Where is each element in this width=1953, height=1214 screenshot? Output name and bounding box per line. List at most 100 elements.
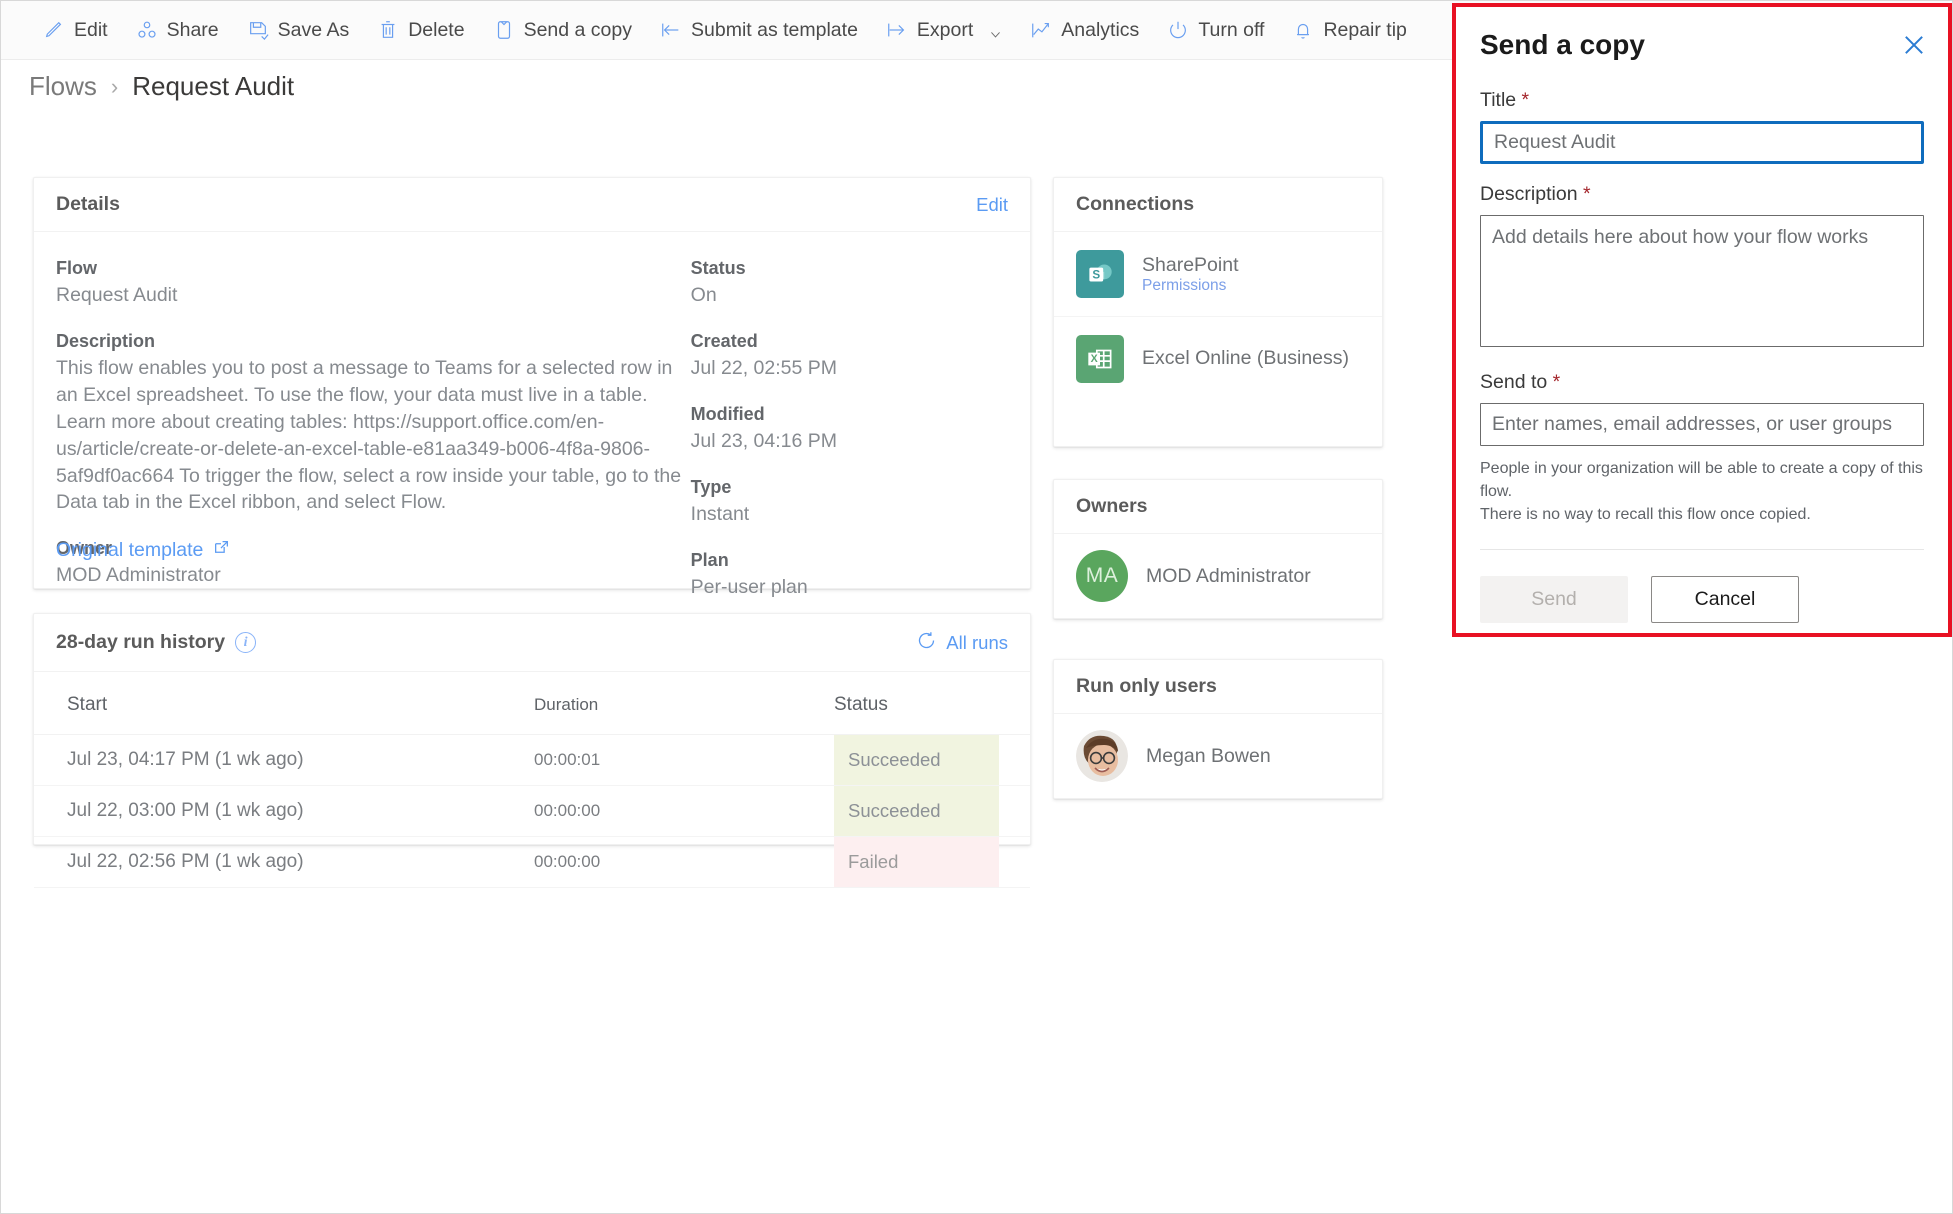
cancel-button[interactable]: Cancel [1651,575,1799,623]
command-submit-as-template-label: Submit as template [691,18,858,41]
original-template-link[interactable]: Original template [56,539,230,562]
command-delete-label: Delete [408,18,465,41]
dialog-note-line-2: There is no way to recall this flow once… [1480,506,1811,524]
breadcrumb-flows-link[interactable]: Flows [29,71,97,102]
command-export[interactable]: Export [872,8,1016,52]
run-only-users-title: Run only users [1076,675,1217,697]
sharepoint-icon: S [1076,250,1124,298]
field-flow-value: Request Audit [56,284,178,306]
connections-title: Connections [1076,193,1195,215]
dialog-divider [1480,548,1924,550]
cell-start: Jul 22, 03:00 PM (1 wk ago) [34,785,534,837]
pencil-icon [43,19,65,41]
info-icon[interactable]: i [235,632,257,653]
cell-spacer [999,836,1030,888]
command-send-a-copy[interactable]: Send a copy [479,8,646,52]
details-title: Details [56,193,120,215]
status-badge: Failed [834,837,999,887]
owners-title: Owners [1076,495,1148,517]
send-to-input[interactable] [1480,403,1924,446]
details-left-column: Flow Request Audit Description This flow… [56,258,691,623]
field-description-value: This flow enables you to post a message … [56,356,682,514]
connection-excel-name: Excel Online (Business) [1142,347,1349,369]
cell-status: Succeeded [834,734,999,786]
chevron-down-icon [989,24,1002,38]
dialog-note-line-1: People in your organization will be able… [1480,460,1923,501]
command-turn-off[interactable]: Turn off [1153,8,1278,52]
field-description: Description This flow enables you to pos… [56,331,691,516]
field-description-label: Description [56,330,156,351]
close-icon[interactable] [1900,31,1928,59]
field-created-label: Created [690,330,758,351]
breadcrumb: Flows › Request Audit [29,71,294,102]
run-only-users-header: Run only users [1054,660,1382,714]
connections-header: Connections [1054,178,1382,232]
send-button[interactable]: Send [1480,575,1628,623]
command-share-label: Share [166,18,219,41]
connection-sharepoint-permissions-link[interactable]: Permissions [1142,277,1226,294]
command-share[interactable]: Share [122,8,233,52]
details-card: Details Edit Flow Request Audit Descript… [33,177,1031,598]
app-window: Edit Share Save As Delete Send a copy Su… [0,0,1953,1214]
field-created: Created Jul 22, 02:55 PM [691,331,1008,382]
owner-item[interactable]: MA MOD Administrator [1054,534,1382,618]
send-a-copy-icon [493,19,515,41]
field-status-value: On [690,284,717,306]
column-header-status: Status [834,672,999,735]
svg-text:S: S [1092,268,1100,281]
command-repair-tip[interactable]: Repair tip [1278,8,1420,52]
field-status-label: Status [690,258,746,278]
connection-item-sharepoint[interactable]: S SharePoint Permissions [1054,232,1382,316]
bell-icon [1292,19,1314,41]
command-repair-tip-label: Repair tip [1323,18,1407,41]
avatar: MA [1076,550,1128,602]
run-history-card: 28-day run history i All runs Start Dura… [33,613,1031,888]
command-save-as[interactable]: Save As [233,8,364,52]
run-only-user-name: Megan Bowen [1146,744,1271,767]
field-type-value: Instant [690,502,750,525]
run-only-user-item[interactable]: Megan Bowen [1054,714,1382,798]
trash-icon [377,19,399,41]
page-title: Request Audit [132,71,295,101]
command-analytics[interactable]: Analytics [1016,8,1153,52]
cell-duration: 00:00:00 [534,785,834,837]
field-type: Type Instant [691,477,1008,528]
table-row[interactable]: Jul 23, 04:17 PM (1 wk ago) 00:00:01 Suc… [34,734,1030,786]
field-owner-value: MOD Administrator [56,564,221,587]
title-field-label-text: Title [1480,89,1517,111]
details-edit-link[interactable]: Edit [976,194,1008,216]
power-icon [1167,19,1189,41]
status-badge: Succeeded [834,735,999,785]
command-analytics-label: Analytics [1061,18,1140,41]
table-row[interactable]: Jul 22, 02:56 PM (1 wk ago) 00:00:00 Fai… [34,836,1030,888]
breadcrumb-separator-icon: › [110,73,119,99]
command-delete[interactable]: Delete [363,8,478,52]
description-field-label-text: Description [1480,183,1578,205]
command-export-label: Export [916,18,974,41]
cell-spacer [999,785,1030,837]
cell-spacer [999,734,1030,786]
details-body: Flow Request Audit Description This flow… [34,232,1030,623]
field-flow-label: Flow [56,258,97,278]
cell-duration: 00:00:01 [534,734,834,786]
cell-start: Jul 23, 04:17 PM (1 wk ago) [34,734,534,786]
send-to-required-asterisk: * [1552,371,1561,393]
command-submit-as-template[interactable]: Submit as template [646,8,872,52]
description-input[interactable] [1480,215,1924,347]
title-input[interactable] [1480,121,1924,164]
send-to-field-label: Send to * [1480,371,1924,394]
owner-name: MOD Administrator [1146,564,1311,587]
title-field-label: Title * [1480,89,1924,112]
command-edit[interactable]: Edit [29,8,122,52]
avatar [1076,730,1128,782]
connection-item-excel[interactable]: X Excel Online (Business) [1054,316,1382,400]
export-icon [886,19,908,41]
share-icon [136,19,158,41]
field-flow: Flow Request Audit [56,258,691,309]
run-history-header: 28-day run history i All runs [34,614,1030,672]
command-edit-label: Edit [74,18,108,41]
all-runs-link[interactable]: All runs [916,630,1008,656]
field-created-value: Jul 22, 02:55 PM [690,356,838,379]
cell-duration: 00:00:00 [534,836,834,888]
table-row[interactable]: Jul 22, 03:00 PM (1 wk ago) 00:00:00 Suc… [34,785,1030,837]
